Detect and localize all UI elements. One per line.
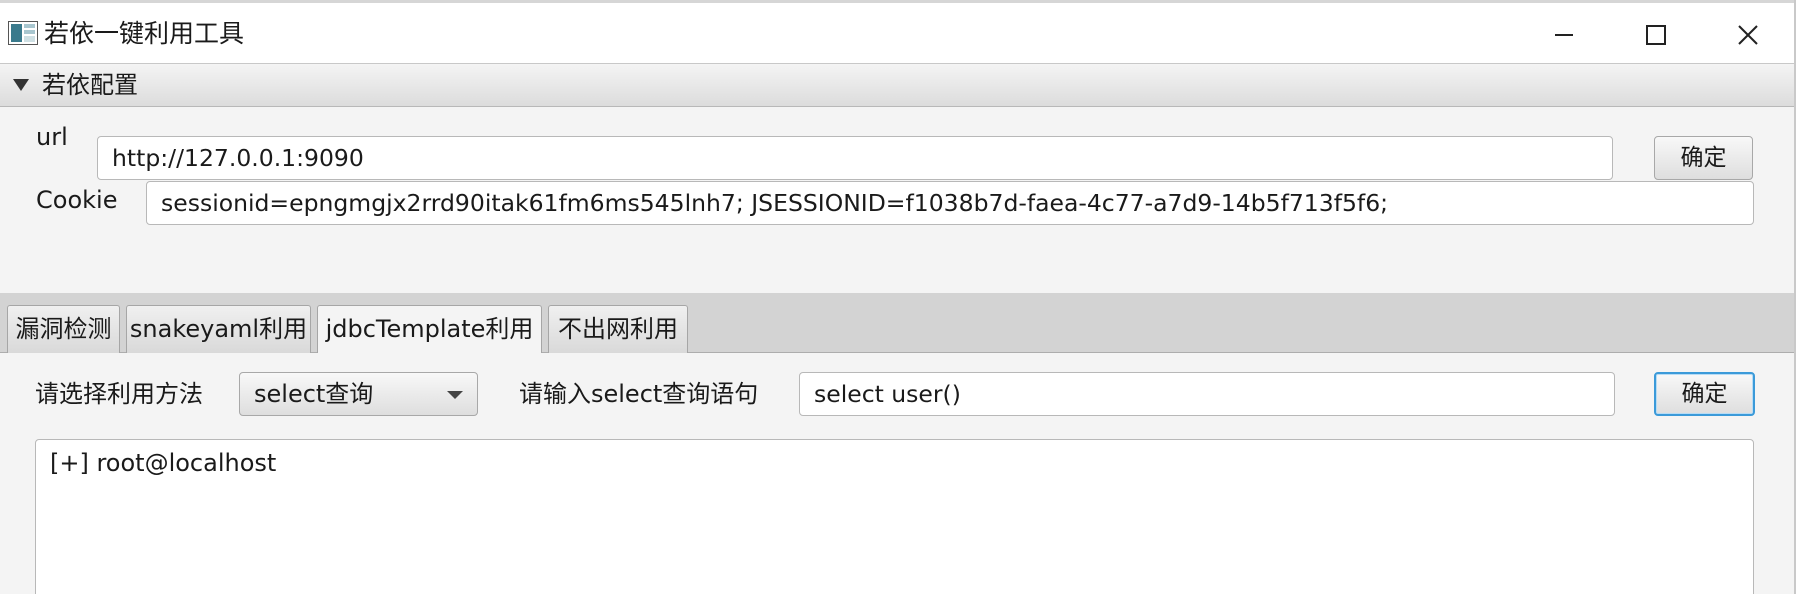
collapse-arrow-icon[interactable] xyxy=(13,79,29,91)
tab-snakeyaml[interactable]: snakeyaml利用 xyxy=(126,305,311,353)
minimize-icon xyxy=(1555,34,1573,36)
query-label: 请输入select查询语句 xyxy=(519,380,759,408)
window-title: 若依一键利用工具 xyxy=(44,19,245,48)
cookie-label: Cookie xyxy=(36,186,118,214)
tab-jdbctemplate[interactable]: jdbcTemplate利用 xyxy=(317,305,542,354)
close-button[interactable] xyxy=(1702,6,1794,64)
title-bar[interactable]: 若依一键利用工具 xyxy=(0,3,1794,64)
query-confirm-button[interactable]: 确定 xyxy=(1654,372,1755,416)
close-icon xyxy=(1738,25,1758,45)
tab-offline-exploit[interactable]: 不出网利用 xyxy=(548,305,688,353)
app-window: 若依一键利用工具 若依配置 url http://127.0.0.1:9090 … xyxy=(0,0,1796,594)
query-input[interactable]: select user() xyxy=(799,372,1615,416)
output-textarea[interactable]: [+] root@localhost xyxy=(35,439,1754,594)
config-pane-header[interactable]: 若依配置 xyxy=(0,63,1794,107)
method-select-value: select查询 xyxy=(254,380,374,408)
method-label: 请选择利用方法 xyxy=(35,380,203,408)
url-confirm-button[interactable]: 确定 xyxy=(1654,136,1753,180)
url-label: url xyxy=(36,123,68,151)
jdbc-tab-content: 请选择利用方法 select查询 请输入select查询语句 select us… xyxy=(0,353,1794,594)
tab-vuln-detect[interactable]: 漏洞检测 xyxy=(7,305,120,353)
tab-bar: 漏洞检测 snakeyaml利用 jdbcTemplate利用 不出网利用 xyxy=(0,293,1794,354)
method-select[interactable]: select查询 xyxy=(239,372,478,416)
maximize-icon xyxy=(1646,25,1666,45)
cookie-input[interactable]: sessionid=epngmgjx2rrd90itak61fm6ms545ln… xyxy=(146,181,1754,225)
chevron-down-icon xyxy=(447,391,463,399)
maximize-button[interactable] xyxy=(1610,6,1702,64)
config-pane-body: url http://127.0.0.1:9090 确定 Cookie sess… xyxy=(0,107,1794,293)
config-pane-title: 若依配置 xyxy=(42,71,138,99)
url-input[interactable]: http://127.0.0.1:9090 xyxy=(97,136,1613,180)
app-icon xyxy=(8,21,38,45)
minimize-button[interactable] xyxy=(1518,6,1610,64)
